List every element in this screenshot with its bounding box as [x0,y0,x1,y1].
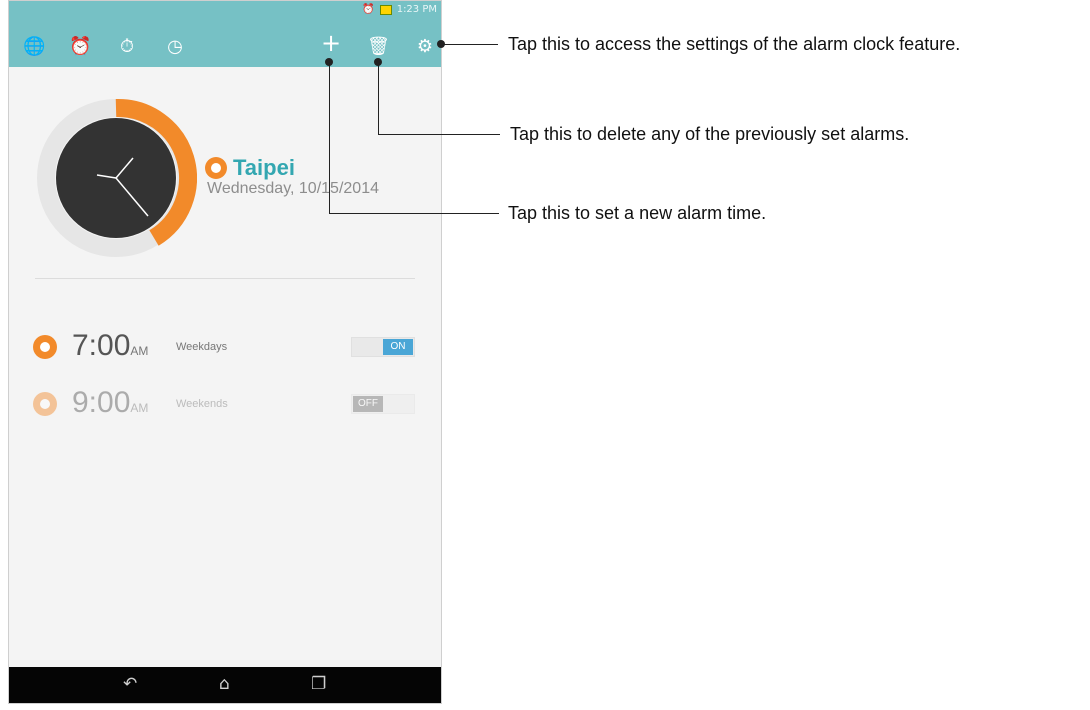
status-alarm-icon: ⏰ [362,4,375,15]
sun-icon [33,335,57,359]
alarm-time: 7:00AM [72,329,149,362]
phone-screen: ⏰ 1:23 PM 🌐 ⏰ ⏱ ◷ + 🗑 ⚙ Taipei Wednesday [8,0,442,704]
settings-callout: Tap this to access the settings of the a… [508,34,961,54]
sun-icon [33,392,57,416]
stopwatch-icon[interactable]: ⏱ [116,37,138,57]
alarm-ampm: AM [130,401,149,415]
delete-callout-line-vertical [378,62,379,135]
delete-callout-line-horizontal [378,134,500,135]
back-icon[interactable]: ↶ [123,674,137,694]
delete-icon[interactable]: 🗑 [367,37,390,57]
alarm-icon[interactable]: ⏰ [69,37,91,57]
alarm-row[interactable]: 7:00AM Weekdays ON [33,327,423,367]
home-icon[interactable]: ⌂ [219,674,230,694]
sun-icon [205,157,227,179]
alarm-toggle[interactable]: ON [351,337,415,357]
navigation-bar: ↶ ⌂ ❐ [9,667,441,703]
alarm-toggle[interactable]: OFF [351,394,415,414]
status-bar: ⏰ 1:23 PM [362,4,437,15]
current-date: Wednesday, 10/15/2014 [207,180,379,197]
timer-icon[interactable]: ◷ [164,37,186,57]
add-callout-line-vertical [329,62,330,214]
add-callout-line-horizontal [329,213,499,214]
add-icon[interactable]: + [320,31,342,55]
toggle-state: OFF [353,396,383,412]
status-time: 1:23 PM [396,4,437,15]
delete-callout: Tap this to delete any of the previously… [510,124,910,144]
alarm-label: Weekends [176,398,228,410]
toggle-state: ON [383,339,413,355]
alarm-time: 9:00AM [72,386,149,419]
world-clock-icon[interactable]: 🌐 [23,37,45,57]
settings-callout-line [441,44,498,45]
city-row: Taipei [205,155,295,181]
city-name: Taipei [233,155,295,180]
recent-apps-icon[interactable]: ❐ [311,674,326,694]
alarm-row[interactable]: 9:00AM Weekends OFF [33,384,423,424]
settings-icon[interactable]: ⚙ [414,37,436,57]
alarm-content: Taipei Wednesday, 10/15/2014 7:00AM Week… [9,67,441,669]
battery-icon [379,4,392,15]
alarm-label: Weekdays [176,341,228,353]
divider [35,278,415,279]
analog-clock [35,97,197,259]
alarm-ampm: AM [130,344,149,358]
add-callout: Tap this to set a new alarm time. [508,203,767,223]
